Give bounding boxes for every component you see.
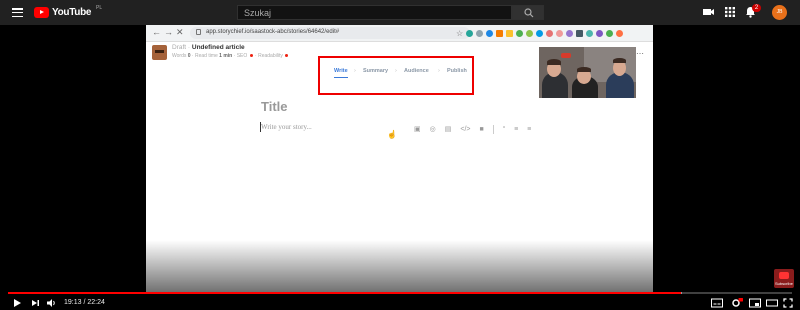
seo-label: SEO — [236, 53, 248, 59]
extension-icon[interactable] — [486, 29, 494, 37]
miniplayer-icon[interactable] — [749, 298, 761, 308]
readability-status-dot — [285, 54, 289, 58]
embed-icon[interactable]: ▤ — [445, 126, 452, 133]
numbered-list-icon[interactable]: ≡ — [527, 126, 531, 133]
extension-icon[interactable] — [606, 29, 614, 37]
more-options-icon[interactable]: ⋯ — [636, 49, 644, 58]
article-title[interactable]: Undefined article — [192, 44, 245, 51]
browser-toolbar: ← → ✕ app.storychief.io/saastock-abc/sto… — [146, 25, 653, 42]
readability-label: Readability — [258, 53, 283, 59]
address-bar[interactable]: app.storychief.io/saastock-abc/stories/6… — [190, 27, 470, 39]
draft-status: Draft — [172, 44, 187, 51]
play-icon[interactable] — [12, 298, 22, 308]
seo-status-dot — [249, 54, 253, 58]
fullscreen-icon[interactable] — [783, 298, 793, 308]
progress-bar[interactable] — [8, 292, 792, 294]
story-input[interactable]: Write your story... — [261, 123, 312, 131]
bookmark-star-icon[interactable]: ☆ — [456, 29, 463, 38]
menu-icon[interactable] — [12, 8, 23, 18]
close-x-icon[interactable]: ✕ — [176, 27, 184, 38]
controls-gradient — [0, 240, 800, 310]
person-left-hair — [547, 59, 561, 65]
create-video-icon[interactable] — [702, 6, 715, 18]
code-icon[interactable]: </> — [460, 126, 470, 133]
extension-icons: ☆ — [456, 28, 646, 38]
extension-icon[interactable] — [536, 29, 544, 37]
image-icon[interactable]: ▣ — [414, 126, 421, 133]
extension-icon[interactable] — [546, 29, 554, 37]
extension-icon[interactable] — [526, 29, 534, 37]
time-display: 19:13 / 22:24 — [64, 299, 105, 306]
search-input[interactable]: Szukaj — [237, 5, 512, 20]
person-right-hair — [613, 58, 626, 63]
search-button[interactable] — [512, 5, 544, 20]
search-icon — [524, 8, 534, 18]
author-avatar[interactable] — [152, 45, 167, 60]
youtube-logo-icon — [779, 272, 789, 279]
extension-icon[interactable] — [596, 29, 604, 37]
account-avatar[interactable]: JB — [772, 5, 787, 20]
subscribe-watermark[interactable]: Subscribe — [774, 269, 794, 288]
video-player[interactable]: ← → ✕ app.storychief.io/saastock-abc/sto… — [0, 25, 800, 310]
extension-icon[interactable] — [476, 29, 484, 37]
video-icon[interactable]: ◎ — [430, 126, 436, 133]
extension-icon[interactable] — [576, 29, 584, 37]
extension-icon[interactable] — [516, 29, 524, 37]
youtube-masthead: YouTube PL Szukaj 2 JB — [0, 0, 800, 25]
extension-icon[interactable] — [466, 29, 474, 37]
subscribe-watermark-label: Subscribe — [775, 281, 793, 286]
lock-icon — [196, 29, 201, 35]
extension-icon[interactable] — [496, 29, 504, 37]
webcam-overlay — [539, 47, 636, 98]
words-label: Words — [172, 53, 187, 59]
title-input[interactable]: Title — [261, 99, 288, 114]
person-middle-hair — [577, 67, 591, 72]
extension-icon[interactable] — [586, 29, 594, 37]
insert-toolbar: ▣ ◎ ▤ </> ■ “ ≡ ≡ — [414, 124, 531, 134]
youtube-logo-icon[interactable] — [34, 7, 49, 18]
read-time-value: 1 min — [219, 53, 233, 59]
gallery-icon[interactable]: ■ — [479, 126, 483, 133]
extension-icon[interactable] — [616, 29, 624, 37]
url-text: app.storychief.io/saastock-abc/stories/6… — [206, 29, 340, 35]
region-code: PL — [96, 5, 103, 11]
notification-count-badge: 2 — [752, 4, 761, 12]
article-meta: Words 0 · Read time 1 min · SEO · Readab… — [172, 53, 289, 59]
mouse-pointer-icon: ☝ — [387, 130, 397, 139]
read-time-label: Read time — [194, 53, 218, 59]
settings-icon[interactable] — [731, 298, 743, 308]
progress-played — [8, 292, 681, 294]
next-icon[interactable] — [30, 298, 40, 308]
background-light — [561, 53, 571, 58]
apps-grid-icon[interactable] — [724, 6, 736, 18]
highlight-annotation-box — [318, 56, 474, 95]
forward-arrow-icon[interactable]: → — [164, 27, 173, 37]
article-title-row: Draft · Undefined article — [172, 44, 245, 51]
extension-icon[interactable] — [556, 29, 564, 37]
words-value: 0 — [187, 53, 191, 59]
extension-icon[interactable] — [566, 29, 574, 37]
quote-icon[interactable]: “ — [503, 126, 505, 133]
extension-icon[interactable] — [506, 29, 514, 37]
subtitles-icon[interactable] — [711, 298, 723, 308]
back-arrow-icon[interactable]: ← — [152, 27, 161, 37]
volume-icon[interactable] — [46, 298, 57, 308]
toolbar-divider — [492, 124, 494, 134]
search-placeholder: Szukaj — [244, 8, 272, 18]
bulleted-list-icon[interactable]: ≡ — [514, 126, 518, 133]
youtube-wordmark[interactable]: YouTube — [52, 7, 92, 18]
theater-icon[interactable] — [766, 298, 778, 308]
